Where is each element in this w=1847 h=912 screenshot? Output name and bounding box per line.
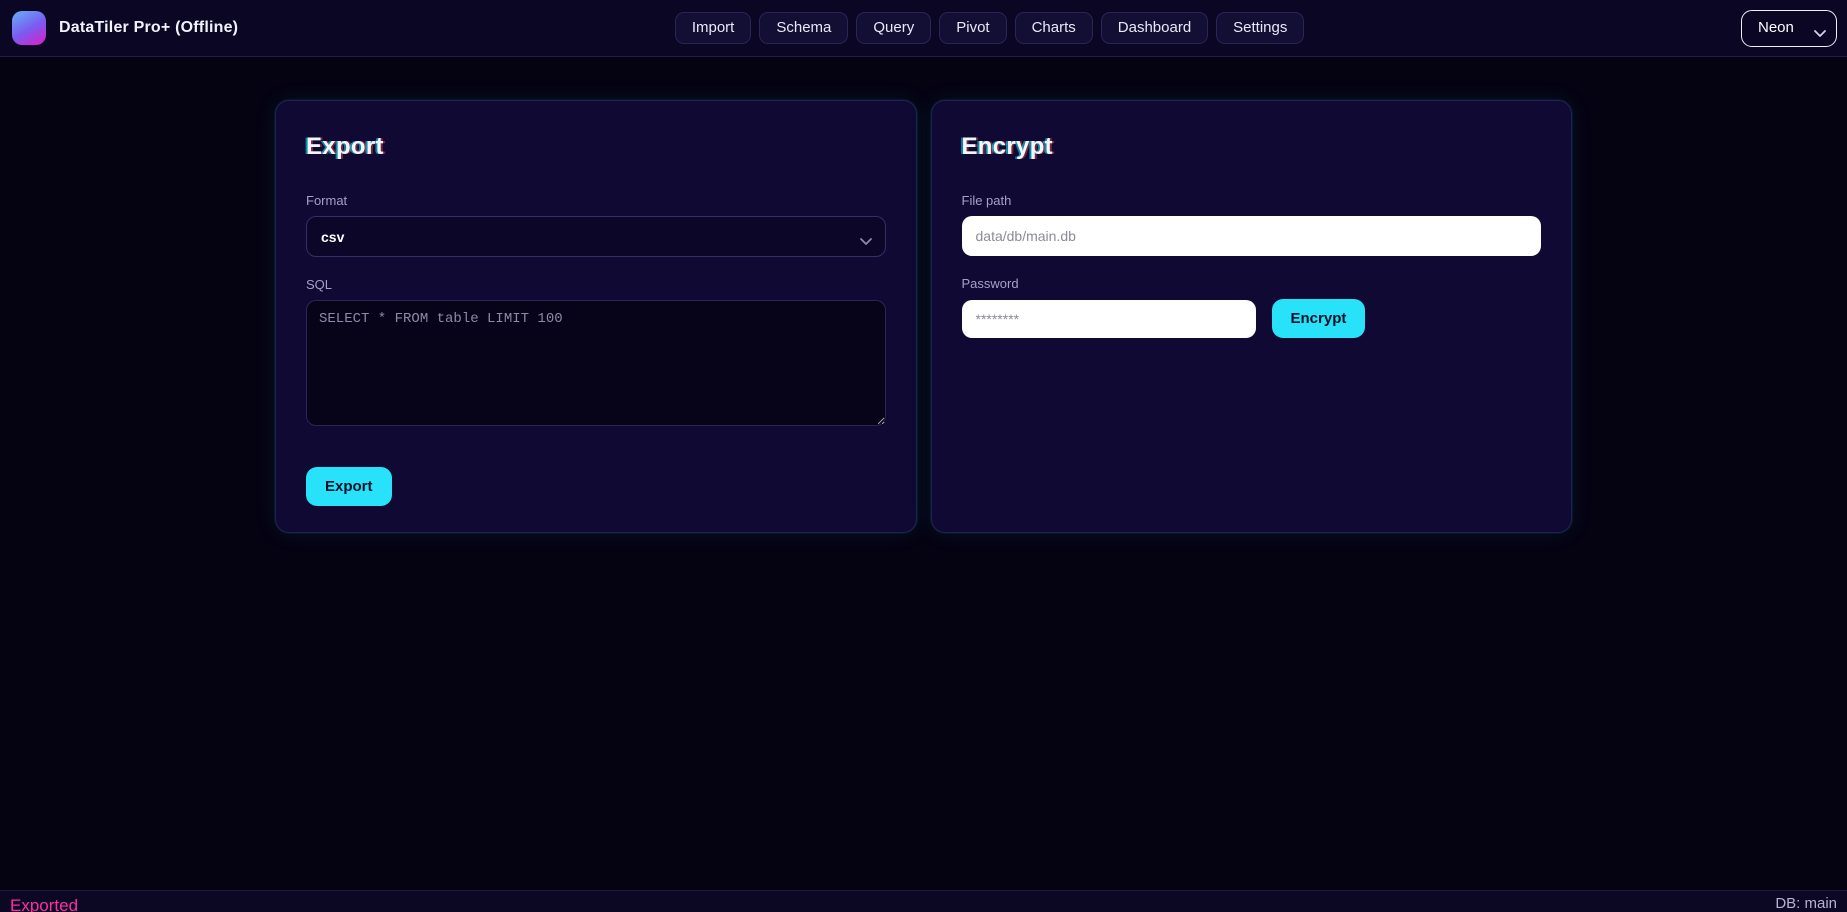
status-bar: Exported DB: main <box>0 890 1847 912</box>
theme-select[interactable]: Neon <box>1740 9 1837 47</box>
export-card: Export Format csv SQL Export <box>275 100 917 533</box>
sql-field: SQL <box>306 277 886 431</box>
app-title: DataTiler Pro+ (Offline) <box>59 19 239 36</box>
sql-label: SQL <box>306 277 333 292</box>
export-card-title: Export <box>306 133 384 160</box>
nav-tab-dashboard[interactable]: Dashboard <box>1100 12 1209 44</box>
file-path-input[interactable] <box>961 216 1541 256</box>
cards-container: Export Format csv SQL Export Encry <box>275 100 1572 533</box>
theme-select-wrap: Neon <box>1740 9 1837 47</box>
sql-input[interactable] <box>306 300 886 426</box>
brand: DataTiler Pro+ (Offline) <box>12 11 238 45</box>
format-field: Format csv <box>306 193 886 257</box>
format-select[interactable]: csv <box>306 216 886 257</box>
status-message: Exported <box>10 896 79 912</box>
nav-tab-settings[interactable]: Settings <box>1216 12 1305 44</box>
file-path-label: File path <box>961 193 1012 208</box>
password-label: Password <box>961 276 1019 291</box>
nav-tab-charts[interactable]: Charts <box>1014 12 1093 44</box>
export-button[interactable]: Export <box>306 467 392 506</box>
nav-tab-import[interactable]: Import <box>674 12 752 44</box>
format-label: Format <box>306 193 348 208</box>
main-content: Export Format csv SQL Export Encry <box>0 100 1847 533</box>
encrypt-button[interactable]: Encrypt <box>1271 299 1366 338</box>
password-row: Encrypt <box>961 299 1542 338</box>
app-logo-icon <box>12 11 46 45</box>
encrypt-card: Encrypt File path Password Encrypt <box>930 100 1572 533</box>
nav-tab-schema[interactable]: Schema <box>759 12 849 44</box>
db-indicator: DB: main <box>1775 895 1837 912</box>
password-field: Password Encrypt <box>961 276 1542 338</box>
nav-tab-query[interactable]: Query <box>856 12 932 44</box>
navbar: DataTiler Pro+ (Offline) Import Schema Q… <box>0 0 1847 57</box>
nav-tab-pivot[interactable]: Pivot <box>939 12 1007 44</box>
main-nav: Import Schema Query Pivot Charts Dashboa… <box>674 12 1305 44</box>
format-select-wrap: csv <box>306 216 886 257</box>
password-input[interactable] <box>961 299 1256 338</box>
file-path-field: File path <box>961 193 1541 256</box>
encrypt-card-title: Encrypt <box>961 133 1053 160</box>
